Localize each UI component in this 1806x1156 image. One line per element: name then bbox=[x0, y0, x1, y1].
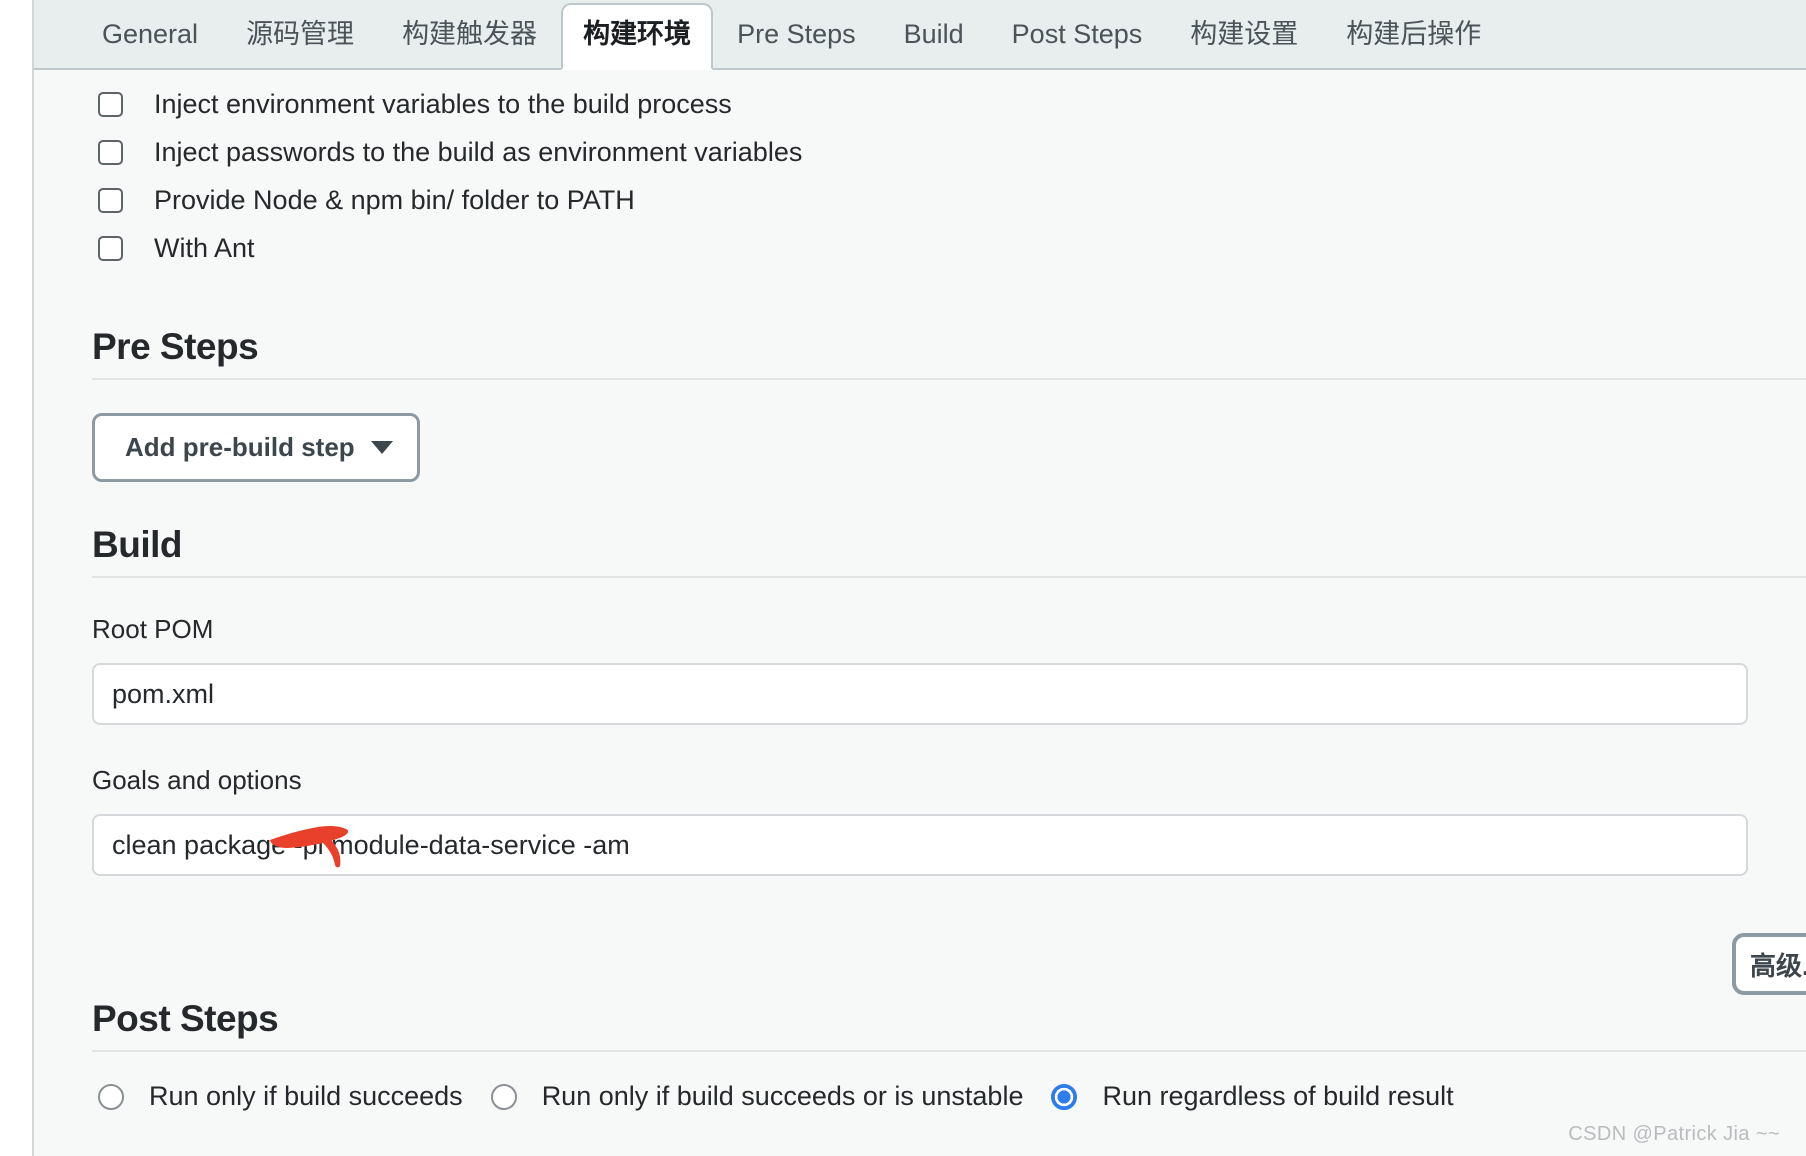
checkbox-label-inject-environment-variables: Inject environment variables to the buil… bbox=[154, 89, 732, 120]
tab-general[interactable]: General bbox=[78, 21, 222, 68]
checkbox-label-with-ant: With Ant bbox=[154, 233, 255, 264]
radio-run-if-succeeds-or-unstable[interactable] bbox=[491, 1084, 517, 1110]
checkbox-row-inject-passwords[interactable]: Inject passwords to the build as environ… bbox=[34, 128, 1806, 176]
post-steps-heading: Post Steps bbox=[92, 996, 1806, 1040]
radio-item-run-regardless[interactable]: Run regardless of build result bbox=[1051, 1081, 1453, 1112]
advanced-settings-label: 高级... bbox=[1750, 946, 1806, 983]
checkbox-row-provide-node-npm[interactable]: Provide Node & npm bin/ folder to PATH bbox=[34, 176, 1806, 224]
pre-steps-heading: Pre Steps bbox=[92, 324, 1806, 368]
build-environment-checkbox-list: Inject environment variables to the buil… bbox=[34, 70, 1806, 272]
build-divider bbox=[92, 576, 1806, 578]
section-post-steps: Post Steps bbox=[34, 996, 1806, 1052]
post-steps-divider bbox=[92, 1050, 1806, 1052]
radio-run-if-succeeds[interactable] bbox=[98, 1084, 124, 1110]
post-steps-radio-group: Run only if build succeeds Run only if b… bbox=[34, 1081, 1806, 1112]
radio-label-run-regardless: Run regardless of build result bbox=[1102, 1081, 1453, 1112]
add-pre-build-step-button[interactable]: Add pre-build step bbox=[92, 413, 420, 482]
radio-label-run-if-succeeds-or-unstable: Run only if build succeeds or is unstabl… bbox=[542, 1081, 1024, 1112]
chevron-down-icon bbox=[371, 441, 393, 454]
root-pom-label: Root POM bbox=[92, 614, 1806, 645]
add-pre-build-step-label: Add pre-build step bbox=[125, 432, 355, 463]
tab-build[interactable]: Build bbox=[880, 21, 988, 68]
section-build: Build Root POM Goals and options bbox=[34, 522, 1806, 876]
checkbox-with-ant[interactable] bbox=[98, 236, 123, 261]
checkbox-row-with-ant[interactable]: With Ant bbox=[34, 224, 1806, 272]
checkbox-label-inject-passwords: Inject passwords to the build as environ… bbox=[154, 137, 802, 168]
radio-run-regardless[interactable] bbox=[1051, 1084, 1077, 1110]
checkbox-provide-node-npm[interactable] bbox=[98, 188, 123, 213]
goals-and-options-input[interactable] bbox=[92, 814, 1748, 876]
tab-build-triggers[interactable]: 构建触发器 bbox=[378, 21, 561, 68]
config-tab-bar: General 源码管理 构建触发器 构建环境 Pre Steps Build … bbox=[34, 0, 1806, 70]
goals-and-options-label: Goals and options bbox=[92, 765, 1806, 796]
root-pom-input[interactable] bbox=[92, 663, 1748, 725]
checkbox-inject-environment-variables[interactable] bbox=[98, 92, 123, 117]
tab-post-build-actions[interactable]: 构建后操作 bbox=[1322, 21, 1505, 68]
radio-item-run-if-succeeds[interactable]: Run only if build succeeds bbox=[98, 1081, 463, 1112]
section-pre-steps: Pre Steps Add pre-build step bbox=[34, 324, 1806, 482]
build-heading: Build bbox=[92, 522, 1806, 566]
jenkins-job-config-page: General 源码管理 构建触发器 构建环境 Pre Steps Build … bbox=[0, 0, 1806, 1156]
tab-build-environment[interactable]: 构建环境 bbox=[561, 3, 713, 70]
pre-steps-divider bbox=[92, 378, 1806, 380]
checkbox-label-provide-node-npm: Provide Node & npm bin/ folder to PATH bbox=[154, 185, 635, 216]
advanced-settings-button[interactable]: 高级... bbox=[1732, 933, 1806, 995]
content-pane: General 源码管理 构建触发器 构建环境 Pre Steps Build … bbox=[32, 0, 1806, 1156]
csdn-watermark: CSDN @Patrick Jia ~~ bbox=[1568, 1123, 1780, 1146]
tab-source-code-management[interactable]: 源码管理 bbox=[222, 21, 378, 68]
radio-label-run-if-succeeds: Run only if build succeeds bbox=[149, 1081, 463, 1112]
checkbox-inject-passwords[interactable] bbox=[98, 140, 123, 165]
checkbox-row-inject-environment-variables[interactable]: Inject environment variables to the buil… bbox=[34, 80, 1806, 128]
config-body: Inject environment variables to the buil… bbox=[34, 70, 1806, 1112]
tab-post-steps[interactable]: Post Steps bbox=[988, 21, 1167, 68]
tab-pre-steps[interactable]: Pre Steps bbox=[713, 21, 880, 68]
radio-item-run-if-succeeds-or-unstable[interactable]: Run only if build succeeds or is unstabl… bbox=[491, 1081, 1024, 1112]
tab-build-settings[interactable]: 构建设置 bbox=[1166, 21, 1322, 68]
